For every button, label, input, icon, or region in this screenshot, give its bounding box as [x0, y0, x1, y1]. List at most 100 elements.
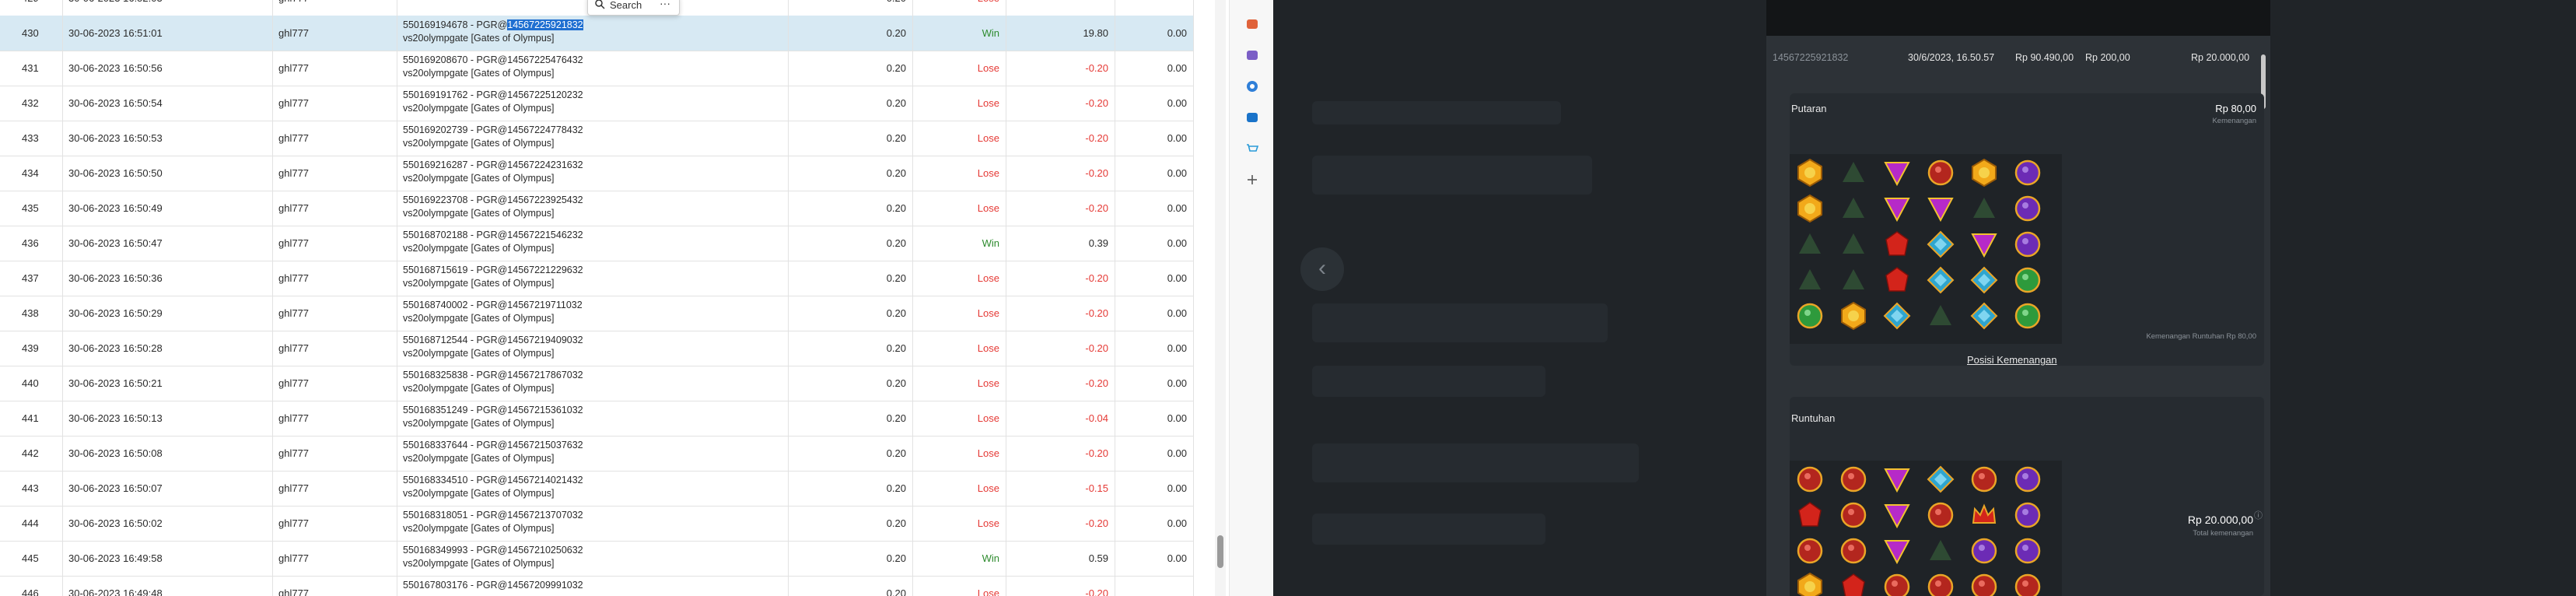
orb-purple-symbol-icon [2012, 229, 2043, 260]
gem-red-symbol-icon [1881, 229, 1913, 260]
row-datetime: 30-06-2023 16:52:03 [62, 0, 272, 16]
round-win: Rp 20.000,00 [2191, 52, 2250, 63]
hex-gold-symbol-icon [1794, 193, 1825, 224]
row-id: 436 [22, 237, 39, 249]
row-id: 430 [22, 27, 39, 39]
transaction-id[interactable]: 550168349993 - PGR@14567210250632 [403, 544, 788, 557]
row-result: Lose [912, 156, 1006, 191]
more-options-icon[interactable]: ··· [660, 0, 670, 9]
selected-text[interactable]: 14567225921832 [507, 19, 583, 30]
table-row[interactable]: 443 30-06-2023 16:50:07 ghl777 550168334510… [0, 471, 1194, 507]
row-result: Lose [912, 86, 1006, 121]
transaction-id[interactable]: 550168702188 - PGR@14567221546232 [403, 229, 788, 242]
row-bet: 0.20 [788, 261, 912, 296]
background-ghost [1312, 366, 1545, 397]
table-row[interactable]: 440 30-06-2023 16:50:21 ghl777 550168325838… [0, 366, 1194, 401]
row-result: Lose [912, 576, 1006, 596]
row-datetime: 30-06-2023 16:50:56 [62, 51, 272, 86]
row-result: Win [912, 226, 1006, 261]
row-win-amount: -0.20 [1006, 121, 1115, 156]
shopping-icon[interactable] [1245, 142, 1259, 156]
copilot-icon[interactable] [1245, 79, 1259, 93]
tri-purple-symbol-icon [1881, 500, 1913, 531]
tri-green-symbol-icon [1969, 193, 2000, 224]
table-row[interactable]: 431 30-06-2023 16:50:56 ghl777 550169208670… [0, 51, 1194, 86]
row-id: 441 [22, 412, 39, 424]
table-row[interactable]: 437 30-06-2023 16:50:36 ghl777 550168715619… [0, 261, 1194, 296]
row-win-amount: -0.20 [1006, 436, 1115, 471]
table-row[interactable]: 436 30-06-2023 16:50:47 ghl777 550168702188… [0, 226, 1194, 261]
transaction-id[interactable]: 550169191762 - PGR@14567225120232 [403, 89, 788, 102]
orb-red-symbol-icon [1838, 535, 1869, 566]
table-row[interactable]: 438 30-06-2023 16:50:29 ghl777 550168740002… [0, 296, 1194, 331]
row-bet: 0.20 [788, 471, 912, 506]
table-row[interactable]: 439 30-06-2023 16:50:28 ghl777 550168712544… [0, 331, 1194, 366]
table-row[interactable]: 445 30-06-2023 16:49:58 ghl777 550168349993… [0, 541, 1194, 577]
background-ghost [1312, 514, 1545, 545]
orb-purple-symbol-icon [2012, 193, 2043, 224]
transaction-id[interactable]: 550169223708 - PGR@14567223925432 [403, 194, 788, 207]
table-row[interactable]: 430 30-06-2023 16:51:01 ghl777 550169194678… [0, 16, 1194, 51]
orb-purple-symbol-icon [2012, 464, 2043, 495]
row-balance: 0.00 [1115, 401, 1194, 436]
row-balance: 0.00 [1115, 471, 1194, 506]
game-name: vs20olympgate [Gates of Olympus] [403, 138, 555, 149]
row-result: Lose [912, 506, 1006, 541]
orb-purple-symbol-icon [2012, 500, 2043, 531]
outlook-icon[interactable] [1245, 110, 1259, 124]
row-win-amount: -0.20 [1006, 506, 1115, 541]
table-row[interactable]: 434 30-06-2023 16:50:50 ghl777 550169216287… [0, 156, 1194, 191]
transaction-id[interactable]: 550168325838 - PGR@14567217867032 [403, 369, 788, 382]
transaction-id[interactable]: 550168351249 - PGR@14567215361032 [403, 404, 788, 417]
table-row[interactable]: 446 30-06-2023 16:49:48 ghl777 550167803176… [0, 576, 1194, 596]
transaction-id[interactable]: 550169208670 - PGR@14567225476432 [403, 54, 788, 67]
table-scrollbar[interactable] [1215, 0, 1226, 596]
row-bet: 0.20 [788, 156, 912, 191]
tri-purple-symbol-icon [1881, 535, 1913, 566]
tri-green-symbol-icon [1925, 535, 1956, 566]
table-row[interactable]: 433 30-06-2023 16:50:53 ghl777 550169202739… [0, 121, 1194, 156]
row-win-amount: -0.20 [1006, 51, 1115, 86]
transaction-id[interactable]: 550168318051 - PGR@14567213707032 [403, 509, 788, 522]
row-win-amount: 0.59 [1006, 541, 1115, 576]
game-name: vs20olympgate [Gates of Olympus] [403, 453, 555, 464]
row-user: ghl777 [272, 471, 397, 506]
row-user: ghl777 [272, 121, 397, 156]
table-row[interactable]: 444 30-06-2023 16:50:02 ghl777 550168318051… [0, 506, 1194, 542]
toolbox-icon[interactable] [1245, 17, 1259, 31]
transaction-id[interactable]: 550168334510 - PGR@14567214021432 [403, 474, 788, 487]
table-row[interactable]: 435 30-06-2023 16:50:49 ghl777 550169223708… [0, 191, 1194, 226]
transaction-id[interactable]: 550168715619 - PGR@14567221229632 [403, 264, 788, 277]
row-balance: 0.00 [1115, 156, 1194, 191]
row-result: Lose [912, 471, 1006, 506]
winning-positions-link[interactable]: Posisi Kemenangan [1967, 354, 2057, 366]
transaction-id[interactable]: 550168740002 - PGR@14567219711032 [403, 299, 788, 312]
transaction-id[interactable]: 550168337644 - PGR@14567215037632 [403, 439, 788, 452]
row-transaction: 550169194678 - PGR@14567225921832 vs20oly… [397, 16, 788, 51]
row-bet: 0.20 [788, 366, 912, 401]
transaction-id[interactable]: 550169202739 - PGR@14567224778432 [403, 124, 788, 137]
row-transaction: 550169208670 - PGR@14567225476432 vs20oly… [397, 51, 788, 86]
row-transaction: 550168318051 - PGR@14567213707032 vs20oly… [397, 506, 788, 541]
row-bet: 0.20 [788, 331, 912, 366]
transaction-id[interactable]: 550167803176 - PGR@14567209991032 [403, 579, 788, 592]
table-row[interactable]: 432 30-06-2023 16:50:54 ghl777 550169191762… [0, 86, 1194, 121]
table-row[interactable]: 442 30-06-2023 16:50:08 ghl777 550168337644… [0, 436, 1194, 472]
back-arrow-button[interactable]: ‹ [1300, 247, 1344, 291]
row-datetime: 30-06-2023 16:51:01 [62, 16, 272, 51]
game-name: vs20olympgate [Gates of Olympus] [403, 418, 555, 429]
info-icon[interactable]: ⓘ [2254, 509, 2263, 521]
transaction-id[interactable]: 550169216287 - PGR@14567224231632 [403, 159, 788, 172]
search-popup[interactable]: Search ··· [587, 0, 680, 16]
table-scrollbar-thumb[interactable] [1217, 535, 1223, 568]
orb-red-symbol-icon [1925, 157, 1956, 188]
dia-blue-symbol-icon [1969, 300, 2000, 331]
table-row[interactable]: 441 30-06-2023 16:50:13 ghl777 550168351249… [0, 401, 1194, 436]
row-user: ghl777 [272, 366, 397, 401]
transaction-id[interactable]: 550168712544 - PGR@14567219409032 [403, 334, 788, 347]
row-balance: 0.00 [1115, 16, 1194, 51]
transaction-id[interactable]: 550169194678 - PGR@14567225921832 [403, 19, 788, 32]
hex-gold-symbol-icon [1794, 571, 1825, 596]
add-icon[interactable] [1245, 173, 1259, 187]
people-icon[interactable] [1245, 48, 1259, 62]
